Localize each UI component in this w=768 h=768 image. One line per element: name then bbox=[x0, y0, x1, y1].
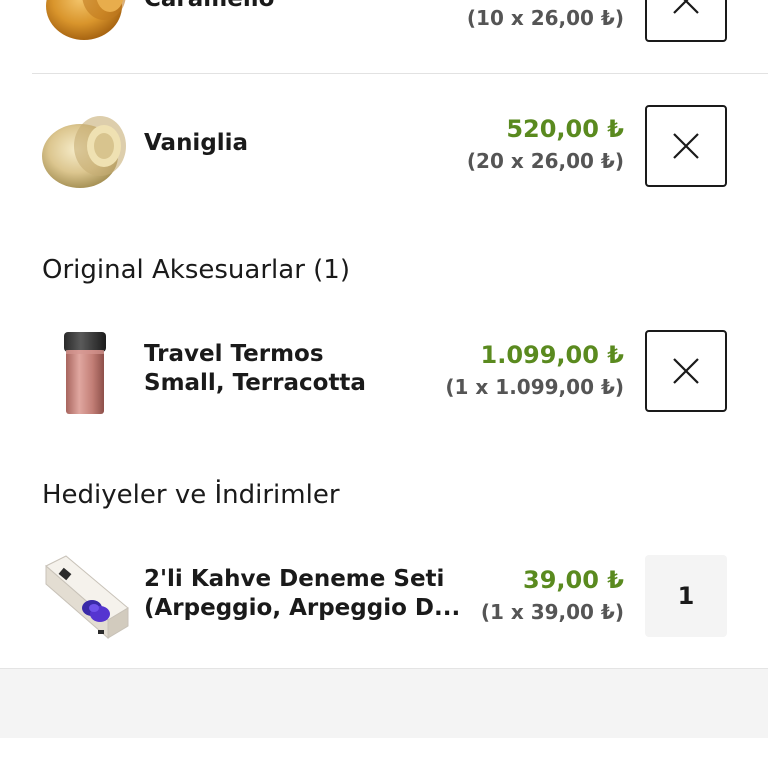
remove-item-button[interactable] bbox=[645, 105, 727, 187]
remove-item-button[interactable] bbox=[645, 0, 727, 42]
item-unit-price: (10 x 26,00 ₺) bbox=[466, 6, 624, 30]
item-price: 39,00 ₺ bbox=[523, 566, 624, 594]
bottom-bar bbox=[0, 738, 768, 768]
capsule-vaniglia-icon bbox=[40, 104, 132, 196]
close-icon bbox=[673, 133, 699, 159]
item-name: 2'li Kahve Deneme Seti (Arpeggio, Arpegg… bbox=[144, 565, 460, 623]
quantity-display: 1 bbox=[645, 555, 727, 637]
item-unit-price: (1 x 39,00 ₺) bbox=[480, 600, 624, 624]
item-name-line1: Travel Termos bbox=[144, 341, 324, 367]
item-name: Caramello bbox=[144, 0, 274, 14]
item-price-block: 520,00 ₺ (20 x 26,00 ₺) bbox=[467, 112, 624, 176]
item-unit-price: (20 x 26,00 ₺) bbox=[466, 149, 624, 173]
travel-mug-icon bbox=[40, 326, 132, 418]
section-title-gifts: Hediyeler ve İndirimler bbox=[42, 480, 340, 510]
item-unit-price: (1 x 1.099,00 ₺) bbox=[445, 375, 624, 399]
row-divider bbox=[32, 73, 768, 74]
capsule-caramello-icon bbox=[40, 0, 132, 46]
item-price-block: (10 x 26,00 ₺) bbox=[467, 3, 624, 33]
footer-panel bbox=[0, 668, 768, 738]
item-price: 520,00 ₺ bbox=[506, 115, 624, 143]
section-title-accessories: Original Aksesuarlar (1) bbox=[42, 255, 350, 285]
item-price-block: 39,00 ₺ (1 x 39,00 ₺) bbox=[481, 563, 624, 627]
item-name: Vaniglia bbox=[144, 130, 249, 156]
item-name: Travel Termos Small, Terracotta bbox=[144, 340, 366, 398]
close-icon bbox=[673, 358, 699, 384]
item-name-line1: 2'li Kahve Deneme Seti bbox=[144, 566, 445, 592]
item-price: 1.099,00 ₺ bbox=[480, 341, 624, 369]
gift-box-icon bbox=[40, 550, 132, 642]
close-icon bbox=[673, 0, 699, 14]
remove-item-button[interactable] bbox=[645, 330, 727, 412]
item-name-line2: (Arpeggio, Arpeggio D... bbox=[144, 595, 461, 621]
item-price-block: 1.099,00 ₺ (1 x 1.099,00 ₺) bbox=[445, 338, 624, 402]
item-name-line2: Small, Terracotta bbox=[144, 370, 366, 396]
